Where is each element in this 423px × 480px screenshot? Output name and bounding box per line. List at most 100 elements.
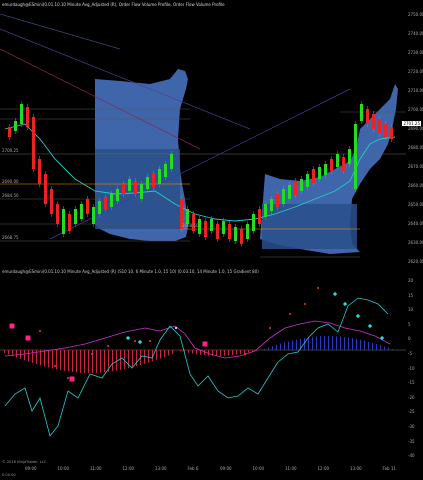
histogram-bar: [68, 350, 69, 372]
histogram-bar: [352, 338, 353, 350]
indicator-axis-tick: -10: [408, 365, 415, 371]
time-axis: 09:00 10:00 11:00 12:00 13:00 Feb 6 09:00 10:00…: [0, 466, 406, 474]
candle-body: [80, 204, 83, 219]
candle-body: [240, 229, 243, 244]
candle-body: [38, 159, 41, 184]
indicator-axis-tick: 10: [408, 307, 414, 313]
signal-marker: [125, 335, 131, 341]
candle-body: [44, 174, 47, 204]
candle-body: [116, 189, 119, 201]
candle-body: [318, 167, 321, 179]
candle-body: [324, 164, 327, 175]
histogram-bar: [128, 350, 129, 369]
signal-dots: [9, 287, 385, 382]
time-axis-tick: 09:00: [220, 466, 232, 471]
histogram-bar: [356, 338, 357, 350]
histogram-bar: [344, 337, 345, 350]
price-axis-tick: 2700.00: [408, 107, 423, 112]
time-axis-tick: Feb 6: [187, 466, 199, 471]
candle-body: [306, 174, 309, 187]
indicator-axis-tick: 0: [408, 336, 411, 342]
histogram-bar: [4, 350, 5, 353]
indicator-pane[interactable]: [0, 276, 406, 462]
signal-marker: [25, 335, 31, 341]
histogram-bar: [48, 350, 49, 368]
candle-body: [390, 127, 393, 139]
price-axis-tick: 2640.00: [408, 221, 423, 226]
candle-body: [128, 179, 131, 191]
histogram-bar: [136, 350, 137, 367]
histogram-bar: [308, 337, 309, 350]
indicator-axis-tick: -5: [408, 351, 412, 356]
indicator-axis-tick: -30: [408, 424, 415, 429]
candle-body: [300, 179, 303, 191]
svg-text:2668.75: 2668.75: [2, 235, 19, 240]
histogram-bar: [220, 350, 221, 356]
svg-text:2700.25: 2700.25: [2, 148, 19, 153]
price-axis-tick: 2710.00: [408, 88, 423, 93]
histogram-bar: [84, 350, 85, 373]
price-axis: 2750.00 2740.00 2730.00 2720.00 2710.00 2700.…: [406, 9, 423, 267]
indicator-chart-svg: [0, 287, 406, 437]
volume-profile-session-2: [260, 84, 398, 254]
signal-marker: [289, 313, 291, 315]
candle-body: [354, 124, 357, 189]
signal-marker: [9, 323, 15, 329]
histogram-bar: [60, 350, 61, 371]
indicator-axis-tick: 20: [408, 278, 414, 283]
indicator-axis-tick: -25: [408, 409, 415, 415]
price-axis-tick: 2630.00: [408, 240, 423, 245]
candle-body: [246, 224, 249, 239]
candle-body: [8, 127, 11, 137]
histogram-bar: [340, 336, 341, 350]
histogram-bar: [312, 336, 313, 350]
histogram-bar: [296, 339, 297, 350]
histogram-bar: [156, 350, 157, 360]
price-axis-tick: 2720.00: [408, 69, 423, 74]
histogram-bar: [104, 350, 105, 373]
price-pane[interactable]: 2700.25 2690.00 2684.50 2668.75 2668.50: [0, 9, 406, 267]
histogram-bar: [332, 336, 333, 350]
svg-text:2690.00: 2690.00: [2, 179, 19, 184]
candle-body: [104, 197, 107, 209]
time-axis-tick: 11:00: [285, 466, 297, 471]
candle-body: [252, 214, 255, 231]
candle-body: [342, 157, 345, 171]
histogram-bar: [180, 350, 181, 352]
candle-body: [366, 109, 369, 124]
histogram-bar: [116, 350, 117, 371]
price-chart-svg: 2700.25 2690.00 2684.50 2668.75 2668.50: [0, 13, 406, 258]
histogram-bar: [368, 341, 369, 350]
signal-marker: [107, 345, 109, 347]
histogram-bar: [376, 344, 377, 350]
candle-body: [134, 181, 137, 194]
indicator-axis-tick: 15: [408, 292, 414, 298]
corner-readout: 0.00.00: [2, 473, 16, 477]
volume-profile-session-1: [95, 69, 188, 241]
histogram-bar: [160, 350, 161, 359]
histogram-bar: [164, 350, 165, 358]
signal-marker: [244, 353, 246, 355]
histogram-bar: [120, 350, 121, 370]
histogram-bar: [76, 350, 77, 373]
signal-marker: [355, 313, 361, 319]
histogram-bar: [292, 340, 293, 350]
histogram-bar: [272, 346, 273, 350]
histogram-bar: [8, 350, 9, 355]
signal-marker: [67, 377, 69, 379]
candle-body: [50, 189, 53, 214]
time-axis-tick: 12:00: [317, 466, 330, 471]
histogram-bar: [64, 350, 65, 371]
histogram-bar: [248, 350, 249, 353]
candle-body: [164, 164, 167, 177]
histogram-bar: [168, 350, 169, 356]
oscillator-line: [4, 297, 389, 437]
signal-marker: [379, 335, 385, 341]
histogram-bar: [364, 340, 365, 350]
candle-body: [14, 121, 17, 131]
histogram-bar: [316, 336, 317, 350]
histogram-bar: [88, 350, 89, 373]
indicator-title: emurdaugh@ESmini(0.01.10.10 Minute Avg_A…: [2, 269, 259, 274]
histogram-bar: [124, 350, 125, 370]
price-axis-tick: 2660.00: [408, 183, 423, 188]
